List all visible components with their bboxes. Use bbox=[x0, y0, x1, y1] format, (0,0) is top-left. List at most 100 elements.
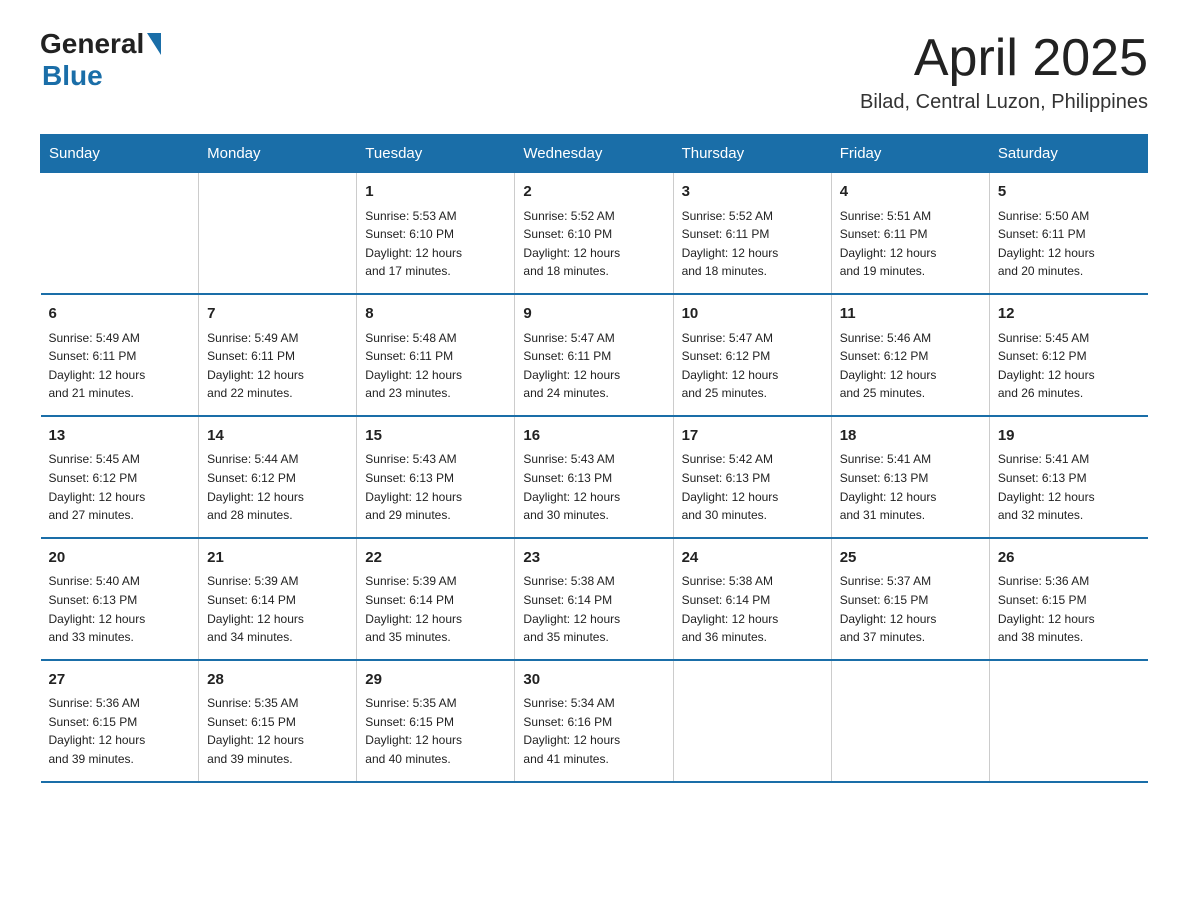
day-number: 15 bbox=[365, 425, 506, 448]
day-info: Sunrise: 5:34 AM Sunset: 6:16 PM Dayligh… bbox=[523, 694, 664, 768]
calendar-cell: 5 Sunrise: 5:50 AM Sunset: 6:11 PM Daylig… bbox=[989, 173, 1147, 294]
calendar-cell: 19Sunrise: 5:41 AM Sunset: 6:13 PM Dayli… bbox=[989, 416, 1147, 538]
day-info: Sunrise: 5:52 AM Sunset: 6:10 PM Dayligh… bbox=[523, 207, 664, 281]
day-number: 17 bbox=[682, 425, 823, 448]
day-info: Sunrise: 5:35 AM Sunset: 6:15 PM Dayligh… bbox=[207, 694, 348, 768]
calendar-cell bbox=[989, 660, 1147, 782]
calendar-cell: 26Sunrise: 5:36 AM Sunset: 6:15 PM Dayli… bbox=[989, 538, 1147, 660]
weekday-header-thursday: Thursday bbox=[673, 135, 831, 173]
calendar-cell: 24Sunrise: 5:38 AM Sunset: 6:14 PM Dayli… bbox=[673, 538, 831, 660]
day-info: Sunrise: 5:35 AM Sunset: 6:15 PM Dayligh… bbox=[365, 694, 506, 768]
day-info: Sunrise: 5:50 AM Sunset: 6:11 PM Dayligh… bbox=[998, 207, 1140, 281]
calendar-cell: 16Sunrise: 5:43 AM Sunset: 6:13 PM Dayli… bbox=[515, 416, 673, 538]
logo-triangle-icon bbox=[147, 33, 161, 55]
day-info: Sunrise: 5:36 AM Sunset: 6:15 PM Dayligh… bbox=[49, 694, 191, 768]
day-number: 20 bbox=[49, 547, 191, 570]
day-info: Sunrise: 5:39 AM Sunset: 6:14 PM Dayligh… bbox=[207, 572, 348, 646]
day-number: 14 bbox=[207, 425, 348, 448]
day-number: 22 bbox=[365, 547, 506, 570]
page-header: General Blue April 2025 Bilad, Central L… bbox=[40, 30, 1148, 114]
day-number: 8 bbox=[365, 303, 506, 326]
day-info: Sunrise: 5:43 AM Sunset: 6:13 PM Dayligh… bbox=[523, 450, 664, 524]
day-info: Sunrise: 5:47 AM Sunset: 6:12 PM Dayligh… bbox=[682, 329, 823, 403]
calendar-cell: 13Sunrise: 5:45 AM Sunset: 6:12 PM Dayli… bbox=[41, 416, 199, 538]
calendar-body: 1 Sunrise: 5:53 AM Sunset: 6:10 PM Daylig… bbox=[41, 173, 1148, 782]
day-info: Sunrise: 5:36 AM Sunset: 6:15 PM Dayligh… bbox=[998, 572, 1140, 646]
day-info: Sunrise: 5:53 AM Sunset: 6:10 PM Dayligh… bbox=[365, 207, 506, 281]
calendar-cell: 14Sunrise: 5:44 AM Sunset: 6:12 PM Dayli… bbox=[199, 416, 357, 538]
day-info: Sunrise: 5:45 AM Sunset: 6:12 PM Dayligh… bbox=[49, 450, 191, 524]
calendar-week-row: 1 Sunrise: 5:53 AM Sunset: 6:10 PM Daylig… bbox=[41, 173, 1148, 294]
logo-blue-text: Blue bbox=[42, 60, 103, 92]
day-info: Sunrise: 5:41 AM Sunset: 6:13 PM Dayligh… bbox=[998, 450, 1140, 524]
month-year-title: April 2025 bbox=[860, 30, 1148, 87]
day-info: Sunrise: 5:49 AM Sunset: 6:11 PM Dayligh… bbox=[207, 329, 348, 403]
day-number: 12 bbox=[998, 303, 1140, 326]
location-subtitle: Bilad, Central Luzon, Philippines bbox=[860, 91, 1148, 114]
calendar-cell: 15Sunrise: 5:43 AM Sunset: 6:13 PM Dayli… bbox=[357, 416, 515, 538]
day-info: Sunrise: 5:51 AM Sunset: 6:11 PM Dayligh… bbox=[840, 207, 981, 281]
calendar-week-row: 6 Sunrise: 5:49 AM Sunset: 6:11 PM Daylig… bbox=[41, 294, 1148, 416]
day-number: 11 bbox=[840, 303, 981, 326]
calendar-week-row: 27Sunrise: 5:36 AM Sunset: 6:15 PM Dayli… bbox=[41, 660, 1148, 782]
day-number: 2 bbox=[523, 181, 664, 204]
calendar-cell: 28Sunrise: 5:35 AM Sunset: 6:15 PM Dayli… bbox=[199, 660, 357, 782]
calendar-cell bbox=[199, 173, 357, 294]
day-info: Sunrise: 5:37 AM Sunset: 6:15 PM Dayligh… bbox=[840, 572, 981, 646]
day-number: 18 bbox=[840, 425, 981, 448]
calendar-cell: 6 Sunrise: 5:49 AM Sunset: 6:11 PM Daylig… bbox=[41, 294, 199, 416]
day-number: 7 bbox=[207, 303, 348, 326]
day-number: 1 bbox=[365, 181, 506, 204]
calendar-cell: 29Sunrise: 5:35 AM Sunset: 6:15 PM Dayli… bbox=[357, 660, 515, 782]
calendar-cell: 20Sunrise: 5:40 AM Sunset: 6:13 PM Dayli… bbox=[41, 538, 199, 660]
calendar-cell: 1 Sunrise: 5:53 AM Sunset: 6:10 PM Daylig… bbox=[357, 173, 515, 294]
day-info: Sunrise: 5:38 AM Sunset: 6:14 PM Dayligh… bbox=[523, 572, 664, 646]
calendar-table: SundayMondayTuesdayWednesdayThursdayFrid… bbox=[40, 134, 1148, 782]
day-number: 30 bbox=[523, 669, 664, 692]
day-info: Sunrise: 5:40 AM Sunset: 6:13 PM Dayligh… bbox=[49, 572, 191, 646]
calendar-week-row: 20Sunrise: 5:40 AM Sunset: 6:13 PM Dayli… bbox=[41, 538, 1148, 660]
calendar-cell: 30Sunrise: 5:34 AM Sunset: 6:16 PM Dayli… bbox=[515, 660, 673, 782]
weekday-header-saturday: Saturday bbox=[989, 135, 1147, 173]
calendar-cell: 17Sunrise: 5:42 AM Sunset: 6:13 PM Dayli… bbox=[673, 416, 831, 538]
day-number: 5 bbox=[998, 181, 1140, 204]
day-info: Sunrise: 5:39 AM Sunset: 6:14 PM Dayligh… bbox=[365, 572, 506, 646]
day-number: 27 bbox=[49, 669, 191, 692]
calendar-cell bbox=[831, 660, 989, 782]
day-number: 4 bbox=[840, 181, 981, 204]
day-info: Sunrise: 5:46 AM Sunset: 6:12 PM Dayligh… bbox=[840, 329, 981, 403]
calendar-cell: 9Sunrise: 5:47 AM Sunset: 6:11 PM Daylig… bbox=[515, 294, 673, 416]
day-info: Sunrise: 5:43 AM Sunset: 6:13 PM Dayligh… bbox=[365, 450, 506, 524]
day-info: Sunrise: 5:48 AM Sunset: 6:11 PM Dayligh… bbox=[365, 329, 506, 403]
day-info: Sunrise: 5:41 AM Sunset: 6:13 PM Dayligh… bbox=[840, 450, 981, 524]
day-info: Sunrise: 5:45 AM Sunset: 6:12 PM Dayligh… bbox=[998, 329, 1140, 403]
day-info: Sunrise: 5:52 AM Sunset: 6:11 PM Dayligh… bbox=[682, 207, 823, 281]
day-info: Sunrise: 5:38 AM Sunset: 6:14 PM Dayligh… bbox=[682, 572, 823, 646]
day-number: 23 bbox=[523, 547, 664, 570]
calendar-cell: 2 Sunrise: 5:52 AM Sunset: 6:10 PM Daylig… bbox=[515, 173, 673, 294]
calendar-cell: 22Sunrise: 5:39 AM Sunset: 6:14 PM Dayli… bbox=[357, 538, 515, 660]
day-number: 26 bbox=[998, 547, 1140, 570]
calendar-header: SundayMondayTuesdayWednesdayThursdayFrid… bbox=[41, 135, 1148, 173]
calendar-cell: 21Sunrise: 5:39 AM Sunset: 6:14 PM Dayli… bbox=[199, 538, 357, 660]
day-number: 6 bbox=[49, 303, 191, 326]
day-number: 21 bbox=[207, 547, 348, 570]
calendar-cell: 23Sunrise: 5:38 AM Sunset: 6:14 PM Dayli… bbox=[515, 538, 673, 660]
day-number: 3 bbox=[682, 181, 823, 204]
day-number: 25 bbox=[840, 547, 981, 570]
calendar-cell bbox=[673, 660, 831, 782]
logo-general-text: General bbox=[40, 30, 144, 58]
day-number: 29 bbox=[365, 669, 506, 692]
weekday-header-tuesday: Tuesday bbox=[357, 135, 515, 173]
day-info: Sunrise: 5:42 AM Sunset: 6:13 PM Dayligh… bbox=[682, 450, 823, 524]
day-info: Sunrise: 5:49 AM Sunset: 6:11 PM Dayligh… bbox=[49, 329, 191, 403]
calendar-cell: 10 Sunrise: 5:47 AM Sunset: 6:12 PM Dayli… bbox=[673, 294, 831, 416]
day-number: 24 bbox=[682, 547, 823, 570]
logo: General Blue bbox=[40, 30, 161, 92]
day-number: 10 bbox=[682, 303, 823, 326]
calendar-cell: 7 Sunrise: 5:49 AM Sunset: 6:11 PM Daylig… bbox=[199, 294, 357, 416]
day-number: 19 bbox=[998, 425, 1140, 448]
weekday-header-row: SundayMondayTuesdayWednesdayThursdayFrid… bbox=[41, 135, 1148, 173]
calendar-cell: 18Sunrise: 5:41 AM Sunset: 6:13 PM Dayli… bbox=[831, 416, 989, 538]
calendar-week-row: 13Sunrise: 5:45 AM Sunset: 6:12 PM Dayli… bbox=[41, 416, 1148, 538]
